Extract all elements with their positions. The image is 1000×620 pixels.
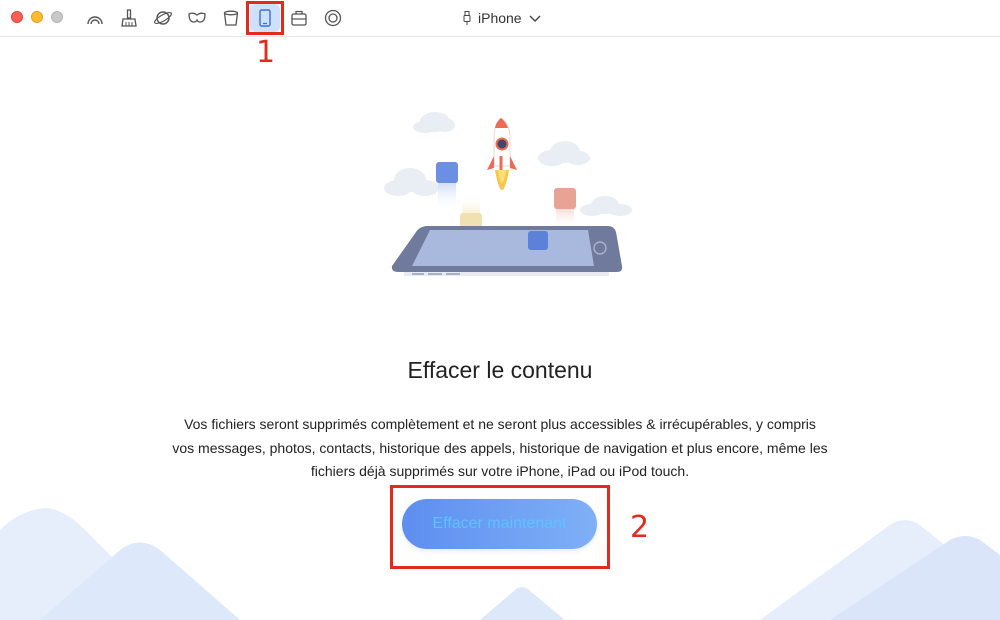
description-text: Vos fichiers seront supprimés complèteme…	[160, 413, 840, 484]
mask-icon	[188, 12, 206, 23]
description-line: Vos fichiers seront supprimés complèteme…	[184, 416, 816, 432]
device-name: iPhone	[478, 10, 522, 26]
annotation-box-2	[390, 485, 610, 569]
annotation-number-2: 2	[630, 510, 650, 545]
annotation-box-1	[246, 1, 284, 35]
tool-cleaner[interactable]	[114, 4, 144, 32]
tool-planet[interactable]	[148, 4, 178, 32]
tool-bin[interactable]	[216, 4, 246, 32]
bin-icon	[223, 10, 239, 26]
device-selector[interactable]: iPhone	[462, 8, 542, 28]
window-close-button[interactable]	[11, 11, 23, 23]
rocket-phone-illustration	[384, 112, 632, 276]
window-minimize-button[interactable]	[31, 11, 43, 23]
page-title: Effacer le contenu	[407, 357, 593, 383]
cleaner-icon	[121, 9, 137, 27]
title-bar: iPhone	[0, 0, 1000, 37]
window-zoom-button[interactable]	[51, 11, 63, 23]
tool-toolkit[interactable]	[284, 4, 314, 32]
planet-icon	[154, 11, 172, 25]
airbackup-icon	[87, 16, 103, 25]
toolkit-icon	[291, 10, 307, 26]
description-line: vos messages, photos, contacts, historiq…	[172, 439, 828, 456]
tool-airbackup[interactable]	[80, 4, 110, 32]
tool-mask[interactable]	[182, 4, 212, 32]
lightning-cable-icon	[463, 11, 471, 25]
annotation-number-1: 1	[256, 35, 276, 70]
settings-icon	[324, 9, 342, 27]
tool-settings[interactable]	[318, 4, 348, 32]
chevron-down-icon	[529, 15, 541, 22]
